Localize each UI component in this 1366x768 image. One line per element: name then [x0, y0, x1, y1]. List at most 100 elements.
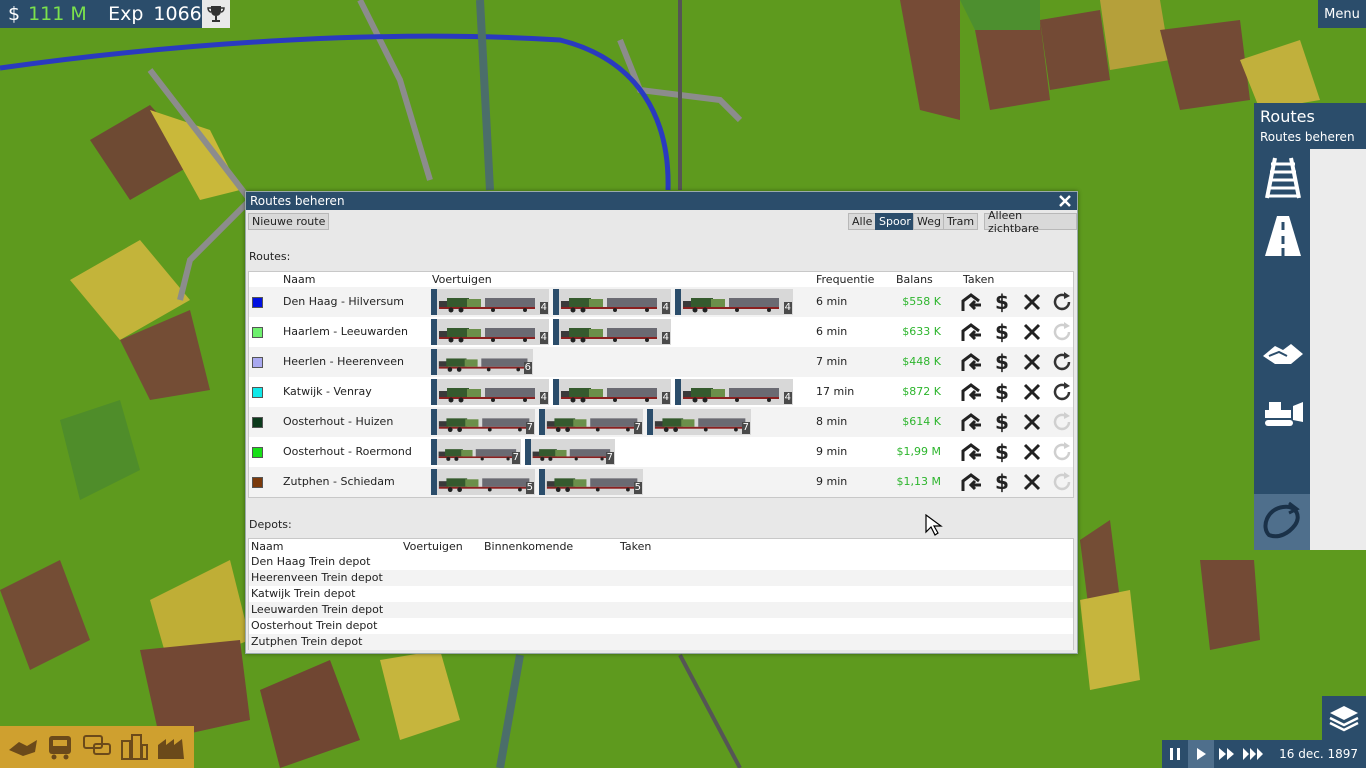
terrain-tool-icon[interactable] [6, 731, 40, 763]
sell-icon[interactable]: $ [991, 321, 1013, 343]
bulldozer-icon[interactable] [1258, 387, 1308, 437]
route-name[interactable]: Oosterhout - Roermond [283, 445, 412, 458]
list-item[interactable]: Leeuwarden Trein depot [249, 602, 1073, 618]
route-color-swatch[interactable] [252, 327, 263, 338]
filter-weg-button[interactable]: Weg [913, 213, 945, 230]
route-name[interactable]: Oosterhout - Huizen [283, 415, 393, 428]
filter-tram-button[interactable]: Tram [943, 213, 979, 230]
fastest-forward-icon[interactable] [1240, 740, 1266, 768]
route-name[interactable]: Haarlem - Leeuwarden [283, 325, 408, 338]
vehicle-thumbnail[interactable]: 4 [431, 319, 549, 345]
industry-tool-icon[interactable] [154, 731, 188, 763]
route-name[interactable]: Heerlen - Heerenveen [283, 355, 404, 368]
reload-icon[interactable] [1051, 351, 1073, 373]
route-name[interactable]: Katwijk - Venray [283, 385, 372, 398]
vehicle-thumbnail[interactable]: 4 [675, 289, 793, 315]
depot-return-icon[interactable] [961, 351, 983, 373]
sell-icon[interactable]: $ [991, 411, 1013, 433]
list-item[interactable]: Oosterhout Trein depot [249, 618, 1073, 634]
play-icon[interactable] [1188, 740, 1214, 768]
delete-icon[interactable] [1021, 441, 1043, 463]
list-item[interactable]: Katwijk Trein depot [249, 586, 1073, 602]
depot-return-icon[interactable] [961, 321, 983, 343]
route-color-swatch[interactable] [252, 387, 263, 398]
route-color-swatch[interactable] [252, 417, 263, 428]
vehicle-thumbnail[interactable]: 4 [553, 319, 671, 345]
menu-button[interactable]: Menu [1318, 0, 1366, 28]
delete-icon[interactable] [1021, 291, 1043, 313]
vehicle-thumbnail[interactable]: 7 [525, 439, 615, 465]
vehicle-thumbnail[interactable]: 7 [431, 409, 535, 435]
reload-icon[interactable] [1051, 291, 1073, 313]
vehicle-thumbnail[interactable]: 4 [431, 289, 549, 315]
sell-icon[interactable]: $ [991, 471, 1013, 493]
table-row[interactable]: Zutphen - Schiedam 5 5 9 min $1,13 M $ [249, 467, 1073, 497]
vehicle-thumbnail[interactable]: 7 [539, 409, 643, 435]
trophy-icon[interactable] [202, 0, 230, 28]
route-color-swatch[interactable] [252, 477, 263, 488]
delete-icon[interactable] [1021, 411, 1043, 433]
table-row[interactable]: Den Haag - Hilversum 4 4 4 6 min $558 K $ [249, 287, 1073, 317]
town-tool-icon[interactable] [117, 731, 151, 763]
list-item[interactable]: Zutphen Trein depot [249, 634, 1073, 650]
reload-icon[interactable] [1051, 411, 1073, 433]
vehicle-thumbnail[interactable]: 4 [431, 379, 549, 405]
new-route-button[interactable]: Nieuwe route [248, 213, 330, 230]
pause-icon[interactable] [1162, 740, 1188, 768]
route-color-swatch[interactable] [252, 447, 263, 458]
vehicle-thumbnail[interactable]: 4 [553, 379, 671, 405]
list-item[interactable]: Heerenveen Trein depot [249, 570, 1073, 586]
route-name[interactable]: Den Haag - Hilversum [283, 295, 404, 308]
sell-icon[interactable]: $ [991, 291, 1013, 313]
road-icon[interactable] [1258, 211, 1308, 261]
depot-return-icon[interactable] [961, 471, 983, 493]
table-row[interactable]: Oosterhout - Roermond 7 7 9 min $1,99 M $ [249, 437, 1073, 467]
vehicle-wagon-count: 7 [605, 452, 614, 464]
filter-spoor-button[interactable]: Spoor [875, 213, 915, 230]
only-visible-button[interactable]: Alleen zichtbare [984, 209, 1077, 235]
route-color-swatch[interactable] [252, 357, 263, 368]
table-row[interactable]: Katwijk - Venray 4 4 4 17 min $872 K $ [249, 377, 1073, 407]
reload-icon[interactable] [1051, 321, 1073, 343]
vehicle-thumbnail[interactable]: 5 [431, 469, 535, 495]
sell-icon[interactable]: $ [991, 381, 1013, 403]
dialog-title: Routes beheren [250, 194, 345, 208]
vehicles-tool-icon[interactable] [43, 731, 77, 763]
vehicle-thumbnail[interactable]: 7 [431, 439, 521, 465]
side-panel-subtitle[interactable]: Routes beheren [1260, 130, 1355, 144]
depot-return-icon[interactable] [961, 411, 983, 433]
fast-forward-icon[interactable] [1214, 740, 1240, 768]
list-item[interactable]: Den Haag Trein depot [249, 554, 1073, 570]
close-icon[interactable] [1057, 193, 1073, 209]
sell-icon[interactable]: $ [991, 441, 1013, 463]
terrain-icon[interactable] [1258, 329, 1308, 379]
table-row[interactable]: Haarlem - Leeuwarden 4 4 6 min $633 K $ [249, 317, 1073, 347]
filter-alle-button[interactable]: Alle [848, 213, 877, 230]
vehicle-thumbnail[interactable]: 5 [539, 469, 643, 495]
table-row[interactable]: Oosterhout - Huizen 7 7 7 8 min $614 K $ [249, 407, 1073, 437]
dialog-titlebar[interactable]: Routes beheren [246, 192, 1077, 210]
rail-icon[interactable] [1258, 153, 1308, 203]
delete-icon[interactable] [1021, 351, 1043, 373]
routes-loop-icon[interactable] [1254, 494, 1310, 550]
route-name[interactable]: Zutphen - Schiedam [283, 475, 395, 488]
delete-icon[interactable] [1021, 471, 1043, 493]
messages-tool-icon[interactable] [80, 731, 114, 763]
delete-icon[interactable] [1021, 381, 1043, 403]
reload-icon[interactable] [1051, 471, 1073, 493]
depot-return-icon[interactable] [961, 381, 983, 403]
vehicle-wagon-count: 4 [661, 392, 670, 404]
delete-icon[interactable] [1021, 321, 1043, 343]
reload-icon[interactable] [1051, 441, 1073, 463]
vehicle-thumbnail[interactable]: 4 [553, 289, 671, 315]
vehicle-thumbnail[interactable]: 7 [647, 409, 751, 435]
table-row[interactable]: Heerlen - Heerenveen 6 7 min $448 K $ [249, 347, 1073, 377]
layers-icon[interactable] [1322, 696, 1366, 740]
route-color-swatch[interactable] [252, 297, 263, 308]
depot-return-icon[interactable] [961, 441, 983, 463]
vehicle-thumbnail[interactable]: 4 [675, 379, 793, 405]
reload-icon[interactable] [1051, 381, 1073, 403]
vehicle-thumbnail[interactable]: 6 [431, 349, 533, 375]
sell-icon[interactable]: $ [991, 351, 1013, 373]
depot-return-icon[interactable] [961, 291, 983, 313]
